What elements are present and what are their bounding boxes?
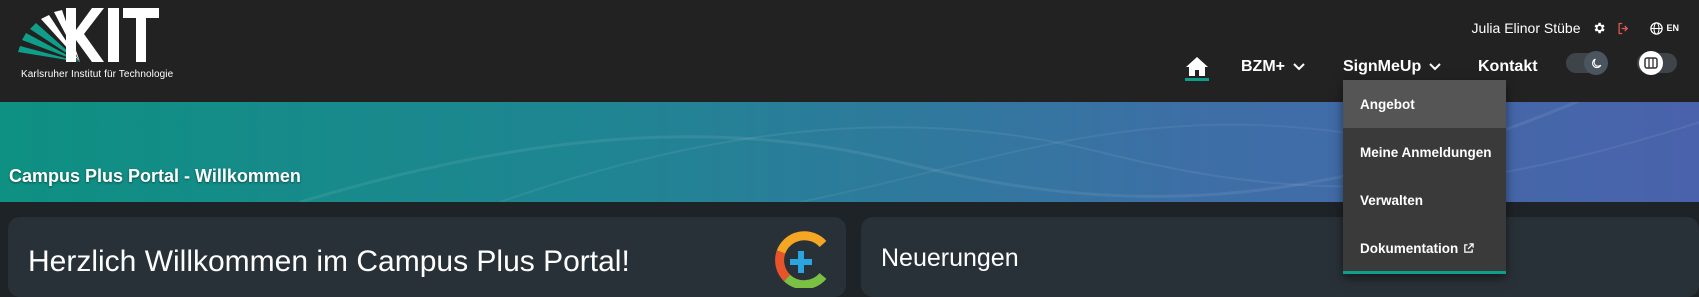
columns-icon (1639, 51, 1663, 75)
nav-signmeup[interactable]: SignMeUp (1343, 52, 1441, 82)
dark-mode-toggle[interactable] (1566, 51, 1608, 75)
kit-logo-mark (18, 8, 159, 62)
menu-item-verwalten[interactable]: Verwalten (1343, 176, 1506, 224)
nav-bzm[interactable]: BZM+ (1241, 52, 1305, 82)
logout-icon[interactable] (1616, 21, 1631, 36)
user-name[interactable]: Julia Elinor Stübe (1472, 20, 1581, 36)
moon-icon (1584, 51, 1608, 75)
menu-item-angebot[interactable]: Angebot (1343, 80, 1506, 128)
nav-bzm-label: BZM+ (1241, 58, 1285, 75)
layout-toggle[interactable] (1637, 51, 1677, 75)
settings-icon[interactable] (1592, 21, 1606, 35)
external-link-icon (1463, 242, 1474, 254)
news-card: Neuerungen (861, 217, 1699, 297)
news-title: Neuerungen (881, 244, 1019, 272)
menu-item-label: Angebot (1360, 96, 1415, 112)
menu-item-label: Meine Anmeldungen (1360, 144, 1492, 160)
nav-kontakt[interactable]: Kontakt (1478, 52, 1538, 82)
nav-signmeup-label: SignMeUp (1343, 58, 1422, 75)
chevron-down-icon (1429, 63, 1441, 71)
page-title: Campus Plus Portal - Willkommen (9, 166, 301, 186)
chevron-down-icon (1293, 63, 1305, 71)
dropdown-accent-bar (1343, 271, 1506, 274)
language-switcher[interactable]: EN (1649, 21, 1679, 36)
menu-item-label: Verwalten (1360, 192, 1424, 208)
globe-icon (1650, 21, 1664, 35)
nav-kontakt-label: Kontakt (1478, 58, 1538, 75)
language-label: EN (1666, 23, 1679, 33)
top-bar: Julia Elinor Stübe EN (1472, 16, 1699, 40)
home-active-indicator (1185, 78, 1209, 81)
menu-item-label: Dokumentation (1360, 240, 1459, 256)
kit-logo[interactable]: Karlsruher Institut für Technologie (18, 8, 178, 84)
welcome-title: Herzlich Willkommen im Campus Plus Porta… (28, 245, 630, 278)
welcome-card: Herzlich Willkommen im Campus Plus Porta… (8, 217, 846, 297)
logo-subtitle: Karlsruher Institut für Technologie (21, 69, 174, 80)
menu-item-meine-anmeldungen[interactable]: Meine Anmeldungen (1343, 128, 1506, 176)
signmeup-dropdown-menu: Angebot Meine Anmeldungen Verwalten Doku… (1343, 80, 1506, 274)
menu-item-dokumentation[interactable]: Dokumentation (1343, 224, 1506, 272)
campus-plus-logo (773, 230, 831, 290)
